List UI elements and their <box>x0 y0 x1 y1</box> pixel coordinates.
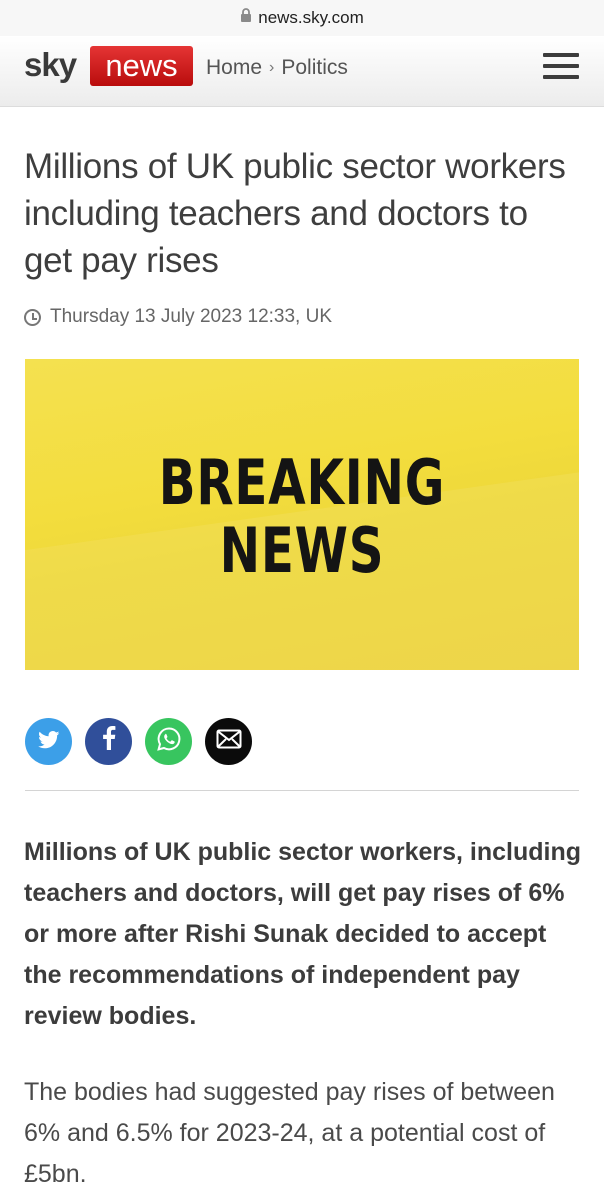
lock-icon <box>240 8 252 28</box>
breadcrumb-separator: › <box>269 59 275 76</box>
share-divider <box>25 790 579 791</box>
breadcrumb-politics[interactable]: Politics <box>281 56 348 80</box>
share-facebook-button[interactable] <box>85 718 132 765</box>
hamburger-menu-icon[interactable] <box>543 53 579 79</box>
breadcrumb: Home › Politics <box>206 56 348 80</box>
share-twitter-button[interactable] <box>25 718 72 765</box>
email-icon <box>216 729 242 755</box>
breaking-news-graphic-text: BREAKING NEWS <box>86 449 518 585</box>
hero-line-2: NEWS <box>219 514 385 587</box>
url-text: news.sky.com <box>258 8 364 27</box>
logo-sky-text: sky <box>24 46 77 83</box>
share-buttons <box>25 718 252 765</box>
site-header: sky news Home › Politics <box>0 36 604 107</box>
breadcrumb-home[interactable]: Home <box>206 56 262 80</box>
share-email-button[interactable] <box>205 718 252 765</box>
article-paragraph: The bodies had suggested pay rises of be… <box>24 1078 555 1188</box>
share-whatsapp-button[interactable] <box>145 718 192 765</box>
facebook-icon <box>102 726 116 757</box>
clock-icon <box>24 308 41 326</box>
hero-line-1: BREAKING <box>158 446 446 519</box>
browser-url-bar[interactable]: news.sky.com <box>0 0 604 36</box>
whatsapp-icon <box>156 726 182 758</box>
twitter-icon <box>37 729 60 755</box>
logo-news-text: news <box>90 46 193 86</box>
breaking-news-image: BREAKING NEWS <box>25 359 579 670</box>
timestamp-text: Thursday 13 July 2023 12:33, UK <box>50 306 333 327</box>
article-intro: Millions of UK public sector workers, in… <box>24 838 582 1030</box>
article-timestamp: Thursday 13 July 2023 12:33, UK <box>24 306 332 328</box>
article-headline: Millions of UK public sector workers inc… <box>24 147 566 280</box>
